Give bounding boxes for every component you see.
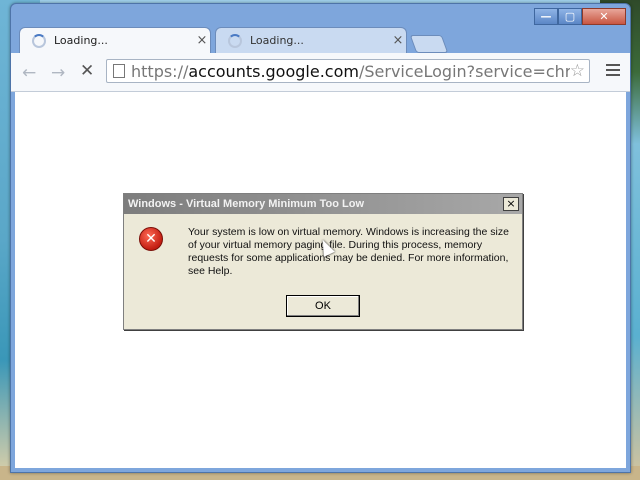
dialog-close-button[interactable]: × bbox=[503, 197, 519, 211]
minimize-button[interactable]: — bbox=[534, 8, 558, 25]
url-scheme: https:// bbox=[131, 61, 189, 81]
close-window-button[interactable]: ✕ bbox=[582, 8, 626, 25]
minimize-icon: — bbox=[540, 10, 552, 23]
tab-1[interactable]: Loading... × bbox=[19, 27, 211, 53]
error-dialog: Windows - Virtual Memory Minimum Too Low… bbox=[123, 193, 523, 330]
ok-button[interactable]: OK bbox=[286, 295, 360, 317]
url-host: accounts.google.com bbox=[188, 61, 359, 81]
dialog-title: Windows - Virtual Memory Minimum Too Low bbox=[128, 198, 364, 210]
tab-title: Loading... bbox=[54, 34, 108, 47]
dialog-message: Your system is low on virtual memory. Wi… bbox=[188, 226, 509, 277]
tab-close-icon[interactable]: × bbox=[390, 33, 406, 48]
close-icon: ✕ bbox=[599, 10, 609, 23]
error-icon: ✕ bbox=[139, 227, 163, 251]
page-icon bbox=[113, 64, 125, 78]
maximize-icon: ▢ bbox=[564, 10, 576, 23]
new-tab-button[interactable] bbox=[409, 35, 449, 53]
tab-close-icon[interactable]: × bbox=[194, 33, 210, 48]
tab-title: Loading... bbox=[250, 34, 304, 47]
tab-strip: Loading... × Loading... × bbox=[17, 27, 537, 53]
address-bar[interactable]: https://accounts.google.com/ServiceLogin… bbox=[106, 59, 590, 83]
browser-toolbar: ← → ✕ https://accounts.google.com/Servic… bbox=[11, 53, 630, 92]
maximize-button[interactable]: ▢ bbox=[558, 8, 582, 25]
back-arrow-icon[interactable]: ← bbox=[22, 63, 36, 83]
bookmark-star-icon[interactable]: ☆ bbox=[570, 61, 585, 81]
window-controls: — ▢ ✕ bbox=[534, 8, 626, 26]
url-path: /ServiceLogin?service=chromiur bbox=[358, 61, 570, 81]
forward-arrow-icon[interactable]: → bbox=[51, 63, 65, 83]
stop-loading-icon[interactable]: ✕ bbox=[80, 61, 94, 81]
address-url[interactable]: https://accounts.google.com/ServiceLogin… bbox=[131, 62, 570, 81]
loading-spinner-icon bbox=[32, 33, 46, 48]
tab-2[interactable]: Loading... × bbox=[215, 27, 407, 53]
dialog-titlebar[interactable]: Windows - Virtual Memory Minimum Too Low… bbox=[124, 194, 522, 214]
loading-spinner-icon bbox=[228, 33, 242, 48]
hamburger-menu-icon[interactable] bbox=[606, 64, 620, 79]
